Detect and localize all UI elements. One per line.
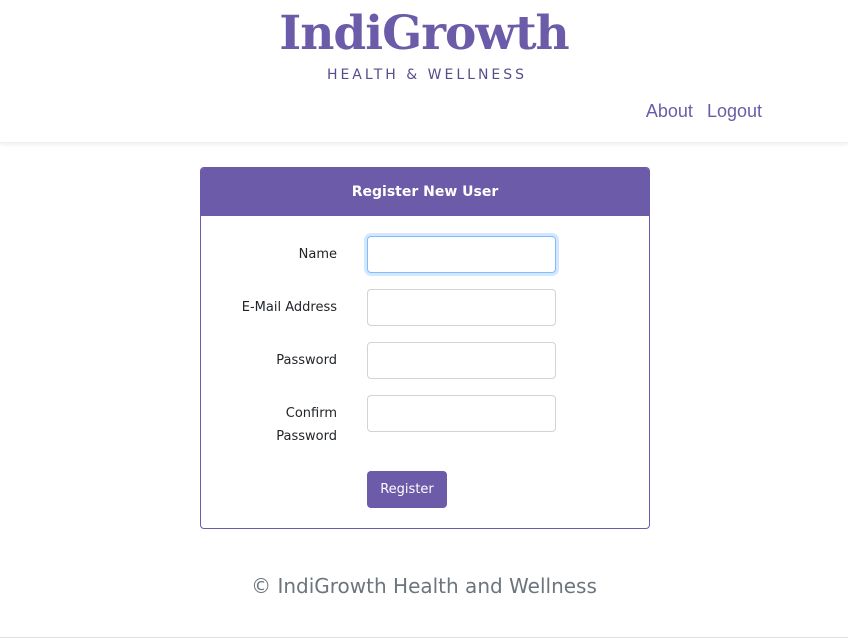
register-button[interactable]: Register <box>367 471 447 508</box>
password-input[interactable] <box>367 342 556 379</box>
register-card-header: Register New User <box>201 168 649 216</box>
email-input[interactable] <box>367 289 556 326</box>
nav-about-link[interactable]: About <box>646 101 693 122</box>
footer-copyright: © IndiGrowth Health and Wellness <box>251 574 597 598</box>
footer-divider <box>0 637 848 638</box>
password-label: Password <box>276 353 337 368</box>
logo[interactable]: IndiGrowth HEALTH & WELLNESS <box>0 4 848 84</box>
confirm-password-input[interactable] <box>367 395 556 432</box>
site-header: IndiGrowth HEALTH & WELLNESS About Logou… <box>0 0 848 143</box>
card-title: Register New User <box>351 184 499 200</box>
register-card: Register New User Name E-Mail Address Pa… <box>200 167 650 529</box>
name-label: Name <box>298 247 337 262</box>
logo-subtitle: HEALTH & WELLNESS <box>326 67 528 83</box>
confirm-password-label: Confirm Password <box>276 406 337 444</box>
email-label: E-Mail Address <box>241 300 337 315</box>
name-input[interactable] <box>367 236 556 273</box>
top-nav: About Logout <box>646 101 762 122</box>
logo-title: IndiGrowth <box>279 6 569 61</box>
nav-logout-link[interactable]: Logout <box>707 101 762 122</box>
